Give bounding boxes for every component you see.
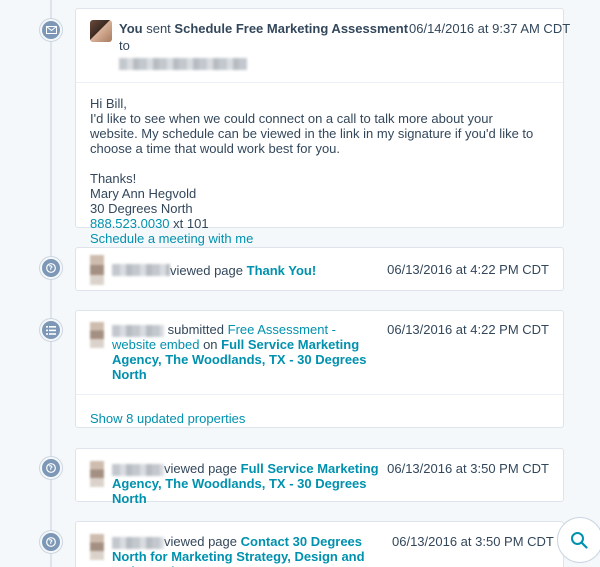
- avatar: [90, 20, 112, 42]
- view3-verb: viewed page: [164, 534, 237, 549]
- view1-verb: viewed page: [170, 262, 243, 278]
- email-closing: Thanks!: [90, 171, 137, 186]
- form-timestamp: 06/13/2016 at 4:22 PM CDT: [387, 322, 549, 337]
- form-submission-card: submitted Free Assessment - website embe…: [75, 310, 564, 428]
- recipient-redacted: [119, 57, 247, 70]
- page-view-card: viewed page Full Service Marketing Agenc…: [75, 448, 564, 506]
- page-view-card: viewed page Contact 30 Degrees North for…: [75, 521, 564, 567]
- contact-name-redacted: [112, 324, 164, 337]
- globe-icon: [40, 257, 62, 279]
- globe-icon: [40, 531, 62, 553]
- email-actor: You: [119, 21, 143, 36]
- contact-name-redacted: [112, 264, 170, 276]
- contact-thumbnail: [90, 534, 104, 560]
- contact-thumbnail: [90, 461, 104, 487]
- view1-page-link[interactable]: Thank You!: [247, 263, 317, 278]
- contact-name-redacted: [112, 536, 164, 549]
- signature-ext: xt 101: [169, 216, 209, 231]
- signature-name: Mary Ann Hegvold: [90, 186, 197, 201]
- list-icon: [40, 319, 62, 341]
- email-timestamp: 06/14/2016 at 9:37 AM CDT: [409, 21, 571, 36]
- schedule-meeting-link[interactable]: Schedule a meeting with me: [90, 231, 549, 246]
- timeline-line: [50, 0, 52, 567]
- view2-timestamp: 06/13/2016 at 3:50 PM CDT: [387, 461, 549, 476]
- view3-timestamp: 06/13/2016 at 3:50 PM CDT: [392, 534, 554, 549]
- email-event-card: You sent Schedule Free Marketing Assessm…: [75, 8, 570, 246]
- email-greeting: Hi Bill,: [90, 96, 127, 111]
- view2-verb: viewed page: [164, 461, 237, 476]
- email-verb: sent: [146, 21, 171, 36]
- search-button[interactable]: [557, 517, 600, 563]
- view1-timestamp: 06/13/2016 at 4:22 PM CDT: [387, 262, 549, 277]
- globe-icon: [40, 457, 62, 479]
- envelope-icon: [40, 19, 62, 41]
- signature-phone-link[interactable]: 888.523.0030: [90, 216, 170, 231]
- email-subject[interactable]: Schedule Free Marketing Assessment: [174, 21, 408, 36]
- contact-name-redacted: [112, 463, 164, 476]
- contact-thumbnail: [90, 255, 104, 285]
- show-updated-properties-link[interactable]: Show 8 updated properties: [90, 411, 245, 426]
- contact-thumbnail: [90, 322, 104, 348]
- form-prep: on: [203, 337, 218, 352]
- form-verb: submitted: [167, 322, 224, 337]
- page-view-card: viewed page Thank You! 06/13/2016 at 4:2…: [75, 247, 564, 291]
- signature-company: 30 Degrees North: [90, 201, 193, 216]
- email-prep: to: [119, 38, 130, 53]
- email-message: I'd like to see when we could connect on…: [90, 111, 534, 156]
- search-icon: [571, 532, 588, 549]
